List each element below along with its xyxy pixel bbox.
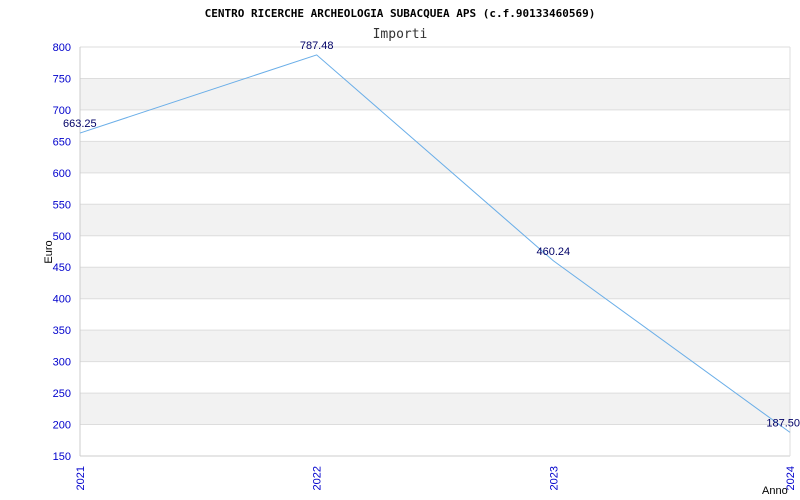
y-tick-label: 800 xyxy=(53,42,71,54)
x-tick-label: 2022 xyxy=(312,466,324,490)
y-tick-label: 600 xyxy=(53,168,71,180)
x-tick-label: 2023 xyxy=(548,466,560,490)
y-tick-label: 700 xyxy=(53,105,71,117)
y-tick-labels: 150 200 250 300 350 400 450 500 550 600 650 700 750 8… xyxy=(53,42,71,463)
data-label: 787.48 xyxy=(300,40,334,52)
line-chart: CENTRO RICERCHE ARCHEOLOGIA SUBACQUEA AP… xyxy=(43,7,800,497)
y-tick-label: 300 xyxy=(53,357,71,369)
plot-band xyxy=(80,204,790,236)
y-axis-label: Euro xyxy=(43,240,55,263)
y-tick-label: 400 xyxy=(53,294,71,306)
plot-band xyxy=(80,424,790,456)
x-axis-label: Anno xyxy=(762,485,788,497)
plot-bands xyxy=(80,47,790,456)
data-label: 663.25 xyxy=(63,118,97,130)
chart-subtitle: Importi xyxy=(373,27,428,42)
plot-band xyxy=(80,172,790,205)
y-tick-label: 500 xyxy=(53,231,71,243)
x-tick-label: 2021 xyxy=(75,466,87,490)
x-tick-labels: 2021 2022 2023 2024 xyxy=(75,466,797,490)
plot-band xyxy=(80,141,790,173)
plot-band xyxy=(80,109,790,142)
plot-band xyxy=(80,78,790,110)
y-tick-label: 650 xyxy=(53,136,71,148)
plot-band xyxy=(80,235,790,268)
plot-band xyxy=(80,267,790,299)
y-tick-label: 550 xyxy=(53,199,71,211)
plot-band xyxy=(80,47,790,79)
plot-band xyxy=(80,298,790,331)
data-label: 187.50 xyxy=(766,417,800,429)
plot-band xyxy=(80,361,790,394)
plot-band xyxy=(80,330,790,362)
chart-title: CENTRO RICERCHE ARCHEOLOGIA SUBACQUEA AP… xyxy=(205,7,596,20)
y-tick-label: 750 xyxy=(53,73,71,85)
plot-band xyxy=(80,393,790,425)
y-tick-label: 350 xyxy=(53,325,71,337)
data-label: 460.24 xyxy=(537,246,571,258)
y-tick-label: 200 xyxy=(53,420,71,432)
y-tick-label: 250 xyxy=(53,388,71,400)
y-tick-label: 150 xyxy=(53,451,71,463)
y-tick-label: 450 xyxy=(53,262,71,274)
